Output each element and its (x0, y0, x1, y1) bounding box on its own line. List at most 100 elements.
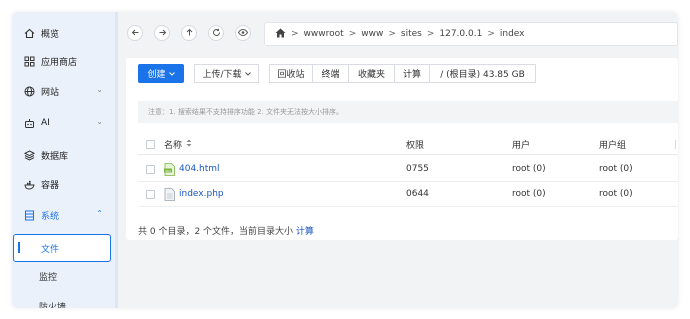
arrow-up-icon (185, 28, 194, 39)
sidebar-subitem-label: 文件 (41, 244, 60, 255)
calculate-size-link[interactable]: 计算 (296, 227, 314, 237)
globe-icon (24, 86, 35, 97)
column-header-user: 用户 (512, 141, 531, 151)
sort-icon[interactable] (186, 139, 192, 150)
sidebar-subitem-firewall[interactable]: 防火墙 (12, 292, 115, 309)
sidebar-item-label: 数据库 (41, 151, 69, 162)
user-cell: root (0) (512, 164, 546, 174)
sidebar-subitem-monitor[interactable]: 监控 (12, 262, 115, 290)
sidebar-item-database[interactable]: 数据库 (12, 140, 115, 170)
sidebar-divider (115, 12, 118, 308)
view-toggle-button[interactable] (235, 25, 251, 41)
group-cell: root (0) (599, 164, 633, 174)
sidebar-item-system[interactable]: 系统 ⌃ (12, 200, 115, 230)
sidebar-item-label: 系统 (41, 211, 60, 222)
disk-usage-button[interactable]: / (根目录) 43.85 GB (429, 64, 536, 83)
sidebar: 概览 应用商店 网站 ⌄ AI ⌄ 数据库 容器 系统 ⌃ 文件 监控 防火墙 (12, 12, 115, 308)
path-separator: > (426, 29, 435, 39)
column-header-permissions: 权限 (406, 141, 425, 151)
directory-summary: 共 0 个目录，2 个文件，当前目录大小 计算 (138, 224, 314, 237)
home-icon[interactable] (275, 28, 286, 41)
back-button[interactable] (127, 25, 143, 41)
chevron-down-icon (244, 69, 251, 79)
calculate-label: 计算 (402, 70, 421, 80)
sidebar-item-containers[interactable]: 容器 (12, 169, 115, 199)
sidebar-subitem-files[interactable]: 文件 (13, 234, 111, 262)
sidebar-subitem-label: 监控 (39, 272, 58, 283)
file-name-cell[interactable]: 404 404.html (164, 157, 220, 181)
file-manager-panel: 创建 上传/下载 回收站 终端 收藏夹 计算 / (根目录) 43.85 GB … (126, 58, 678, 240)
sidebar-item-websites[interactable]: 网站 ⌄ (12, 76, 115, 106)
permissions-cell: 0644 (406, 189, 429, 199)
table-row[interactable]: index.php 0644 root (0) root (0) (138, 182, 678, 207)
sidebar-item-label: 应用商店 (41, 57, 78, 68)
summary-text: 共 0 个目录，2 个文件，当前目录大小 (138, 227, 294, 237)
chevron-down-icon (168, 69, 175, 79)
column-header-name-label: 名称 (164, 141, 183, 151)
refresh-button[interactable] (208, 25, 224, 41)
home-icon (24, 28, 35, 39)
sidebar-item-label: AI (41, 118, 50, 128)
app-window: 概览 应用商店 网站 ⌄ AI ⌄ 数据库 容器 系统 ⌃ 文件 监控 防火墙 … (12, 12, 678, 308)
path-segment[interactable]: index (500, 29, 525, 39)
sidebar-item-overview[interactable]: 概览 (12, 18, 115, 48)
chevron-down-icon: ⌄ (96, 117, 103, 126)
table-header: 名称 权限 用户 用户组 | (138, 135, 678, 155)
html-file-icon: 404 (164, 162, 175, 176)
select-all-checkbox[interactable] (146, 140, 155, 149)
path-segment[interactable]: sites (401, 29, 422, 39)
upload-download-button[interactable]: 上传/下载 (194, 64, 259, 83)
recycle-bin-label: 回收站 (277, 70, 305, 80)
create-button-label: 创建 (147, 70, 166, 80)
sidebar-item-app-store[interactable]: 应用商店 (12, 46, 115, 76)
path-segment[interactable]: wwwroot (304, 29, 344, 39)
path-segment[interactable]: 127.0.0.1 (439, 29, 482, 39)
permissions-cell: 0755 (406, 164, 429, 174)
disk-usage-label: / (根目录) 43.85 GB (440, 70, 525, 80)
robot-icon (24, 118, 35, 129)
path-separator: > (487, 29, 495, 39)
file-name-link[interactable]: index.php (179, 189, 224, 199)
database-icon (24, 149, 35, 161)
forward-button[interactable] (154, 25, 170, 41)
chevron-up-icon: ⌃ (96, 209, 103, 218)
sidebar-item-ai[interactable]: AI ⌄ (12, 108, 115, 138)
sidebar-item-label: 容器 (41, 180, 60, 191)
php-file-icon (164, 187, 175, 201)
terminal-label: 终端 (321, 70, 340, 80)
recycle-bin-button[interactable]: 回收站 (269, 64, 313, 83)
group-cell: root (0) (599, 189, 633, 199)
eye-icon (237, 28, 249, 39)
notice-banner: 注意：1. 搜索结果不支持排序功能 2. 文件夹无法按大小排序。 (138, 101, 678, 123)
favorites-button[interactable]: 收藏夹 (348, 64, 395, 83)
row-checkbox[interactable] (146, 190, 155, 199)
system-icon (24, 210, 35, 221)
file-name-cell[interactable]: index.php (164, 182, 224, 206)
sidebar-subitem-label: 防火墙 (39, 302, 67, 309)
table-row[interactable]: 404 404.html 0755 root (0) root (0) (138, 157, 678, 182)
create-button[interactable]: 创建 (138, 64, 184, 83)
path-segment[interactable]: www (361, 29, 383, 39)
sidebar-item-label: 概览 (41, 29, 60, 40)
docker-icon (24, 179, 35, 190)
svg-text:404: 404 (165, 168, 171, 172)
calculate-button[interactable]: 计算 (394, 64, 430, 83)
sidebar-item-label: 网站 (41, 87, 60, 98)
path-breadcrumb[interactable]: > wwwroot > www > sites > 127.0.0.1 > in… (264, 22, 678, 46)
path-separator: > (348, 29, 357, 39)
path-separator: > (388, 29, 396, 39)
path-separator: > (291, 29, 299, 39)
file-name-link[interactable]: 404.html (179, 164, 220, 174)
column-header-group: 用户组 (599, 141, 627, 151)
upload-download-label: 上传/下载 (202, 70, 242, 80)
favorites-label: 收藏夹 (357, 70, 385, 80)
up-button[interactable] (181, 25, 197, 41)
row-checkbox[interactable] (146, 165, 155, 174)
column-divider: | (674, 139, 678, 150)
arrow-left-icon (131, 28, 140, 39)
arrow-right-icon (158, 28, 167, 39)
terminal-button[interactable]: 终端 (312, 64, 349, 83)
column-header-name[interactable]: 名称 (164, 135, 192, 154)
user-cell: root (0) (512, 189, 546, 199)
active-indicator (18, 242, 20, 253)
